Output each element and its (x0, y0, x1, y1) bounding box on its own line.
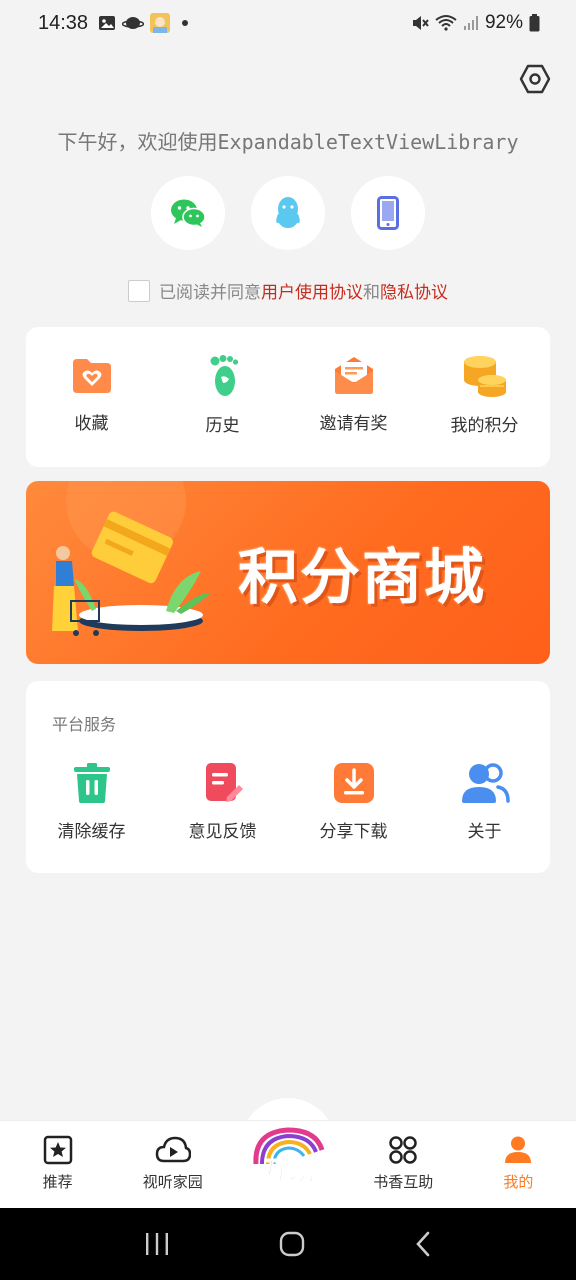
nav-item-book-mutual[interactable]: 书香互助 (346, 1121, 461, 1208)
platform-services-card: 平台服务 清除缓存 意见反馈 分享下载 关于 (26, 681, 550, 873)
settings-hexagon-icon (519, 64, 551, 94)
battery-text: 92% (484, 12, 523, 33)
notification-icons (98, 13, 189, 33)
nav-label-recommend: 推荐 (42, 1173, 73, 1191)
envelope-icon (334, 357, 373, 394)
status-right: 92% (411, 12, 540, 34)
history-label: 历史 (205, 416, 240, 436)
signal-icon (463, 16, 478, 30)
points-mall-banner[interactable]: 积分商城 (26, 481, 550, 664)
user-agreement-link[interactable]: 用户使用协议 (261, 278, 363, 303)
status-bar: 14:38 92% (0, 0, 576, 46)
nav-item-audio-visual[interactable]: 视听家园 (115, 1121, 230, 1208)
feedback-icon (205, 763, 243, 802)
dot-icon (182, 20, 189, 26)
phone-icon (377, 196, 399, 230)
mute-icon (412, 16, 429, 30)
avatar-app-icon (150, 13, 171, 33)
folder-heart-icon (72, 359, 111, 393)
agreement-row: 已阅读并同意 用户使用协议 和 隐私协议 (0, 278, 576, 303)
image-icon (99, 16, 116, 30)
nav-label-book-mutual: 书香互助 (373, 1173, 434, 1191)
agreement-checkbox[interactable] (128, 279, 150, 302)
services-title: 平台服务 (52, 715, 117, 734)
person-icon (505, 1136, 532, 1163)
history-button[interactable]: 历史 (157, 327, 288, 436)
phone-login-button[interactable] (351, 176, 425, 250)
battery-icon (529, 14, 540, 32)
my-points-label: 我的积分 (450, 416, 519, 436)
mutual-help-logo-icon: 互助 (253, 1127, 325, 1188)
about-button[interactable]: 关于 (419, 761, 550, 842)
greeting-text: 下午好，欢迎使用ExpandableTextViewLibrary (57, 130, 519, 154)
qq-login-button[interactable] (251, 176, 325, 250)
share-download-label: 分享下载 (319, 822, 388, 842)
users-icon (461, 763, 510, 803)
privacy-agreement-link[interactable]: 隐私协议 (380, 278, 448, 303)
banner-title: 积分商城 (238, 543, 486, 613)
center-logo-button[interactable]: 互助 (246, 1124, 332, 1190)
grid-icon (389, 1136, 417, 1164)
invite-label: 邀请有奖 (319, 414, 388, 434)
coins-icon (463, 356, 506, 397)
clear-cache-button[interactable]: 清除缓存 (26, 761, 157, 842)
invite-button[interactable]: 邀请有奖 (288, 327, 419, 436)
cloud-play-icon (155, 1136, 191, 1163)
system-nav-bar (0, 1208, 576, 1280)
agreement-and: 和 (363, 283, 380, 303)
quick-actions-card: 收藏 历史 邀请有奖 我的积分 (26, 327, 550, 467)
share-download-button[interactable]: 分享下载 (288, 761, 419, 842)
status-time: 14:38 (38, 11, 89, 34)
nav-item-mine[interactable]: 我的 (461, 1121, 576, 1208)
agreement-prefix: 已阅读并同意 (159, 283, 261, 303)
trash-icon (73, 763, 110, 803)
about-label: 关于 (467, 822, 502, 842)
nav-label-mine: 我的 (503, 1173, 534, 1191)
clear-cache-label: 清除缓存 (57, 822, 126, 842)
nav-label-audio-visual: 视听家园 (142, 1173, 203, 1191)
recent-apps-icon[interactable] (143, 1231, 171, 1257)
qq-icon (276, 197, 300, 228)
feedback-button[interactable]: 意见反馈 (157, 761, 288, 842)
nav-item-recommend[interactable]: 推荐 (0, 1121, 115, 1208)
back-icon[interactable] (413, 1230, 433, 1258)
settings-button[interactable] (518, 62, 552, 96)
wifi-icon (435, 15, 457, 31)
home-icon[interactable] (278, 1230, 306, 1258)
wechat-icon (171, 199, 206, 227)
favorites-button[interactable]: 收藏 (26, 327, 157, 436)
footprint-icon (210, 355, 238, 396)
my-points-button[interactable]: 我的积分 (419, 327, 550, 436)
wechat-login-button[interactable] (151, 176, 225, 250)
login-options (0, 176, 576, 250)
shopping-illustration (52, 481, 211, 636)
favorites-label: 收藏 (74, 414, 109, 434)
star-icon (43, 1135, 72, 1165)
feedback-label: 意见反馈 (188, 822, 257, 842)
download-icon (333, 763, 374, 803)
planet-icon (122, 17, 145, 29)
logo-text: 互助 (263, 1157, 315, 1187)
